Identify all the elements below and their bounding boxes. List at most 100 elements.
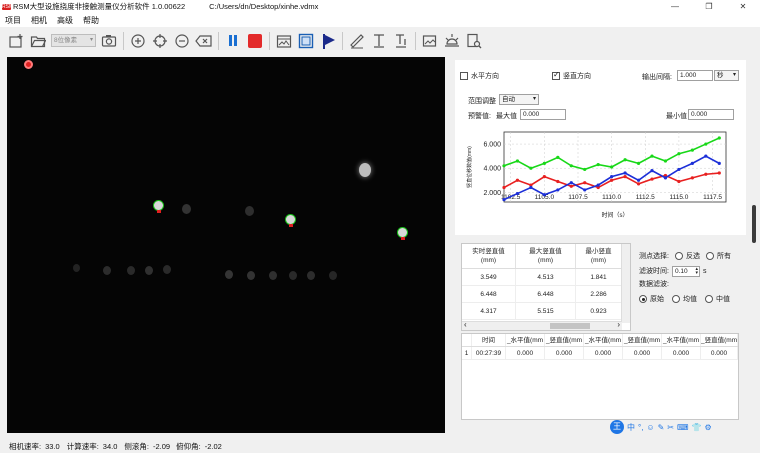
- header-col: _竖直值(mm: [545, 334, 584, 346]
- target-light: [103, 266, 111, 275]
- header-col: _竖直值(mm: [623, 334, 662, 346]
- table-row[interactable]: 4.317 5.515 0.923: [462, 303, 630, 320]
- output-unit-select[interactable]: 秒 ▾: [714, 70, 739, 81]
- clear-icon[interactable]: [193, 30, 215, 52]
- stop-icon[interactable]: [244, 30, 266, 52]
- output-unit-value: 秒: [717, 72, 724, 79]
- text-align-icon[interactable]: [390, 30, 412, 52]
- median-radio[interactable]: [705, 295, 713, 303]
- target-light: [359, 163, 371, 177]
- document-search-icon[interactable]: [463, 30, 485, 52]
- ime-handwrite-icon[interactable]: ✎: [658, 423, 665, 432]
- brightness-icon[interactable]: [441, 30, 463, 52]
- camera-rate-value: 33.0: [45, 441, 60, 451]
- image-edit-icon[interactable]: [419, 30, 441, 52]
- series-point: [583, 181, 587, 185]
- ime-keyboard-icon[interactable]: ⌨: [677, 423, 689, 432]
- range-select[interactable]: 自动 ▾: [499, 94, 539, 105]
- series-point: [690, 176, 694, 180]
- spinner-icon[interactable]: ▴ ▾: [695, 266, 698, 275]
- table-cell: 0.000: [662, 347, 701, 359]
- scroll-left-icon[interactable]: ‹: [464, 320, 467, 329]
- table-cell: 0.000: [506, 347, 545, 359]
- series-point: [542, 161, 546, 165]
- table-cell: 0.000: [545, 347, 584, 359]
- table-vertical-scrollbar[interactable]: [621, 244, 630, 323]
- target-light: [307, 271, 315, 280]
- ime-punctuation-icon[interactable]: °,: [638, 423, 643, 432]
- settings-card: 水平方向 竖直方向 输出间隔: 1.000 秒 ▾ 范围调整 自动 ▾ 预警值:…: [455, 60, 746, 235]
- x-axis-label: 时间（s）: [601, 211, 628, 219]
- ime-skin-icon[interactable]: 👕: [692, 423, 702, 432]
- menu-advanced[interactable]: 高级: [52, 15, 78, 26]
- ime-scissors-icon[interactable]: ✂: [667, 423, 674, 432]
- filter-time-input[interactable]: 0.10 ▴ ▾: [671, 265, 700, 277]
- vertical-checkbox[interactable]: [552, 70, 560, 80]
- table-cell: 6.448: [462, 286, 516, 302]
- table-horizontal-scrollbar[interactable]: ‹ ›: [462, 320, 622, 330]
- scroll-thumb[interactable]: [550, 323, 590, 329]
- vertical-toggle[interactable]: 竖直方向: [552, 70, 591, 81]
- series-point: [677, 179, 681, 184]
- chevron-down-icon: ▾: [732, 72, 736, 78]
- compute-rate-value: 34.0: [102, 441, 118, 451]
- record-indicator-icon: [24, 60, 33, 69]
- table-cell: 4.513: [516, 269, 576, 285]
- table-row[interactable]: 6.448 6.448 2.286: [462, 286, 630, 303]
- status-bar: 相机速率: 33.0 计算速率: 34.0 侧滚角: -2.09 俯仰角: -2…: [0, 439, 760, 453]
- table-row[interactable]: 1 00:27:39 0.000 0.000 0.000 0.000 0.000…: [462, 347, 738, 360]
- restore-button[interactable]: ❐: [692, 0, 726, 13]
- table-cell: 0.000: [584, 347, 623, 359]
- ime-emoji-icon[interactable]: ☺: [646, 423, 654, 432]
- header-col: _竖直值(mm: [701, 334, 738, 346]
- ime-settings-icon[interactable]: ⚙: [705, 423, 712, 432]
- series-point: [556, 188, 560, 192]
- table-row[interactable]: 3.549 4.513 1.841: [462, 269, 630, 286]
- camera-view[interactable]: [7, 57, 445, 433]
- raw-radio[interactable]: [639, 295, 647, 303]
- measure-point-marker[interactable]: [285, 214, 296, 227]
- measure-point-marker[interactable]: [153, 200, 164, 213]
- target-icon[interactable]: [149, 30, 171, 52]
- ime-logo-icon[interactable]: 王: [610, 420, 624, 434]
- target-light: [182, 204, 191, 214]
- target-light: [163, 265, 171, 274]
- menu-help[interactable]: 帮助: [78, 15, 104, 26]
- series-point: [677, 152, 681, 156]
- horizontal-checkbox[interactable]: [460, 72, 468, 80]
- new-project-icon[interactable]: [5, 30, 27, 52]
- filter-time-label: 滤波时间:: [639, 268, 669, 275]
- close-button[interactable]: ✕: [726, 0, 760, 13]
- series-point: [663, 176, 668, 180]
- x-tick-label: 1107.5: [568, 194, 588, 201]
- output-interval-input[interactable]: 1.000: [677, 70, 713, 81]
- mean-radio[interactable]: [672, 295, 680, 303]
- text-tool-icon[interactable]: [368, 30, 390, 52]
- horizontal-toggle[interactable]: 水平方向: [460, 71, 499, 81]
- pause-icon[interactable]: [222, 30, 244, 52]
- alarm-min-input[interactable]: 0.000: [688, 109, 734, 120]
- remove-point-icon[interactable]: [171, 30, 193, 52]
- invert-radio[interactable]: [674, 252, 683, 260]
- toolbar-separator: [269, 31, 270, 50]
- menu-project[interactable]: 项目: [0, 15, 26, 26]
- measure-point-marker[interactable]: [397, 227, 408, 240]
- compute-rate-label: 计算速率:: [66, 441, 99, 451]
- minimize-button[interactable]: —: [658, 0, 692, 13]
- add-point-icon[interactable]: [127, 30, 149, 52]
- target-light: [127, 266, 135, 275]
- alarm-max-input[interactable]: 0.000: [520, 109, 566, 120]
- camera-icon[interactable]: [98, 30, 120, 52]
- picture-frame-icon[interactable]: [295, 30, 317, 52]
- ime-chinese-icon[interactable]: 中: [627, 422, 635, 433]
- panel-scrollbar[interactable]: [752, 205, 756, 243]
- image-icon[interactable]: [273, 30, 295, 52]
- open-folder-icon[interactable]: [27, 30, 49, 52]
- flag-icon[interactable]: [317, 30, 339, 52]
- all-radio[interactable]: [705, 252, 714, 260]
- alarm-min-label: 最小值: [666, 113, 687, 120]
- ruler-icon[interactable]: [346, 30, 368, 52]
- pixel-mode-select[interactable]: 8位像素 ▾: [51, 34, 96, 47]
- scroll-right-icon[interactable]: ›: [617, 320, 620, 329]
- menu-camera[interactable]: 相机: [26, 15, 52, 26]
